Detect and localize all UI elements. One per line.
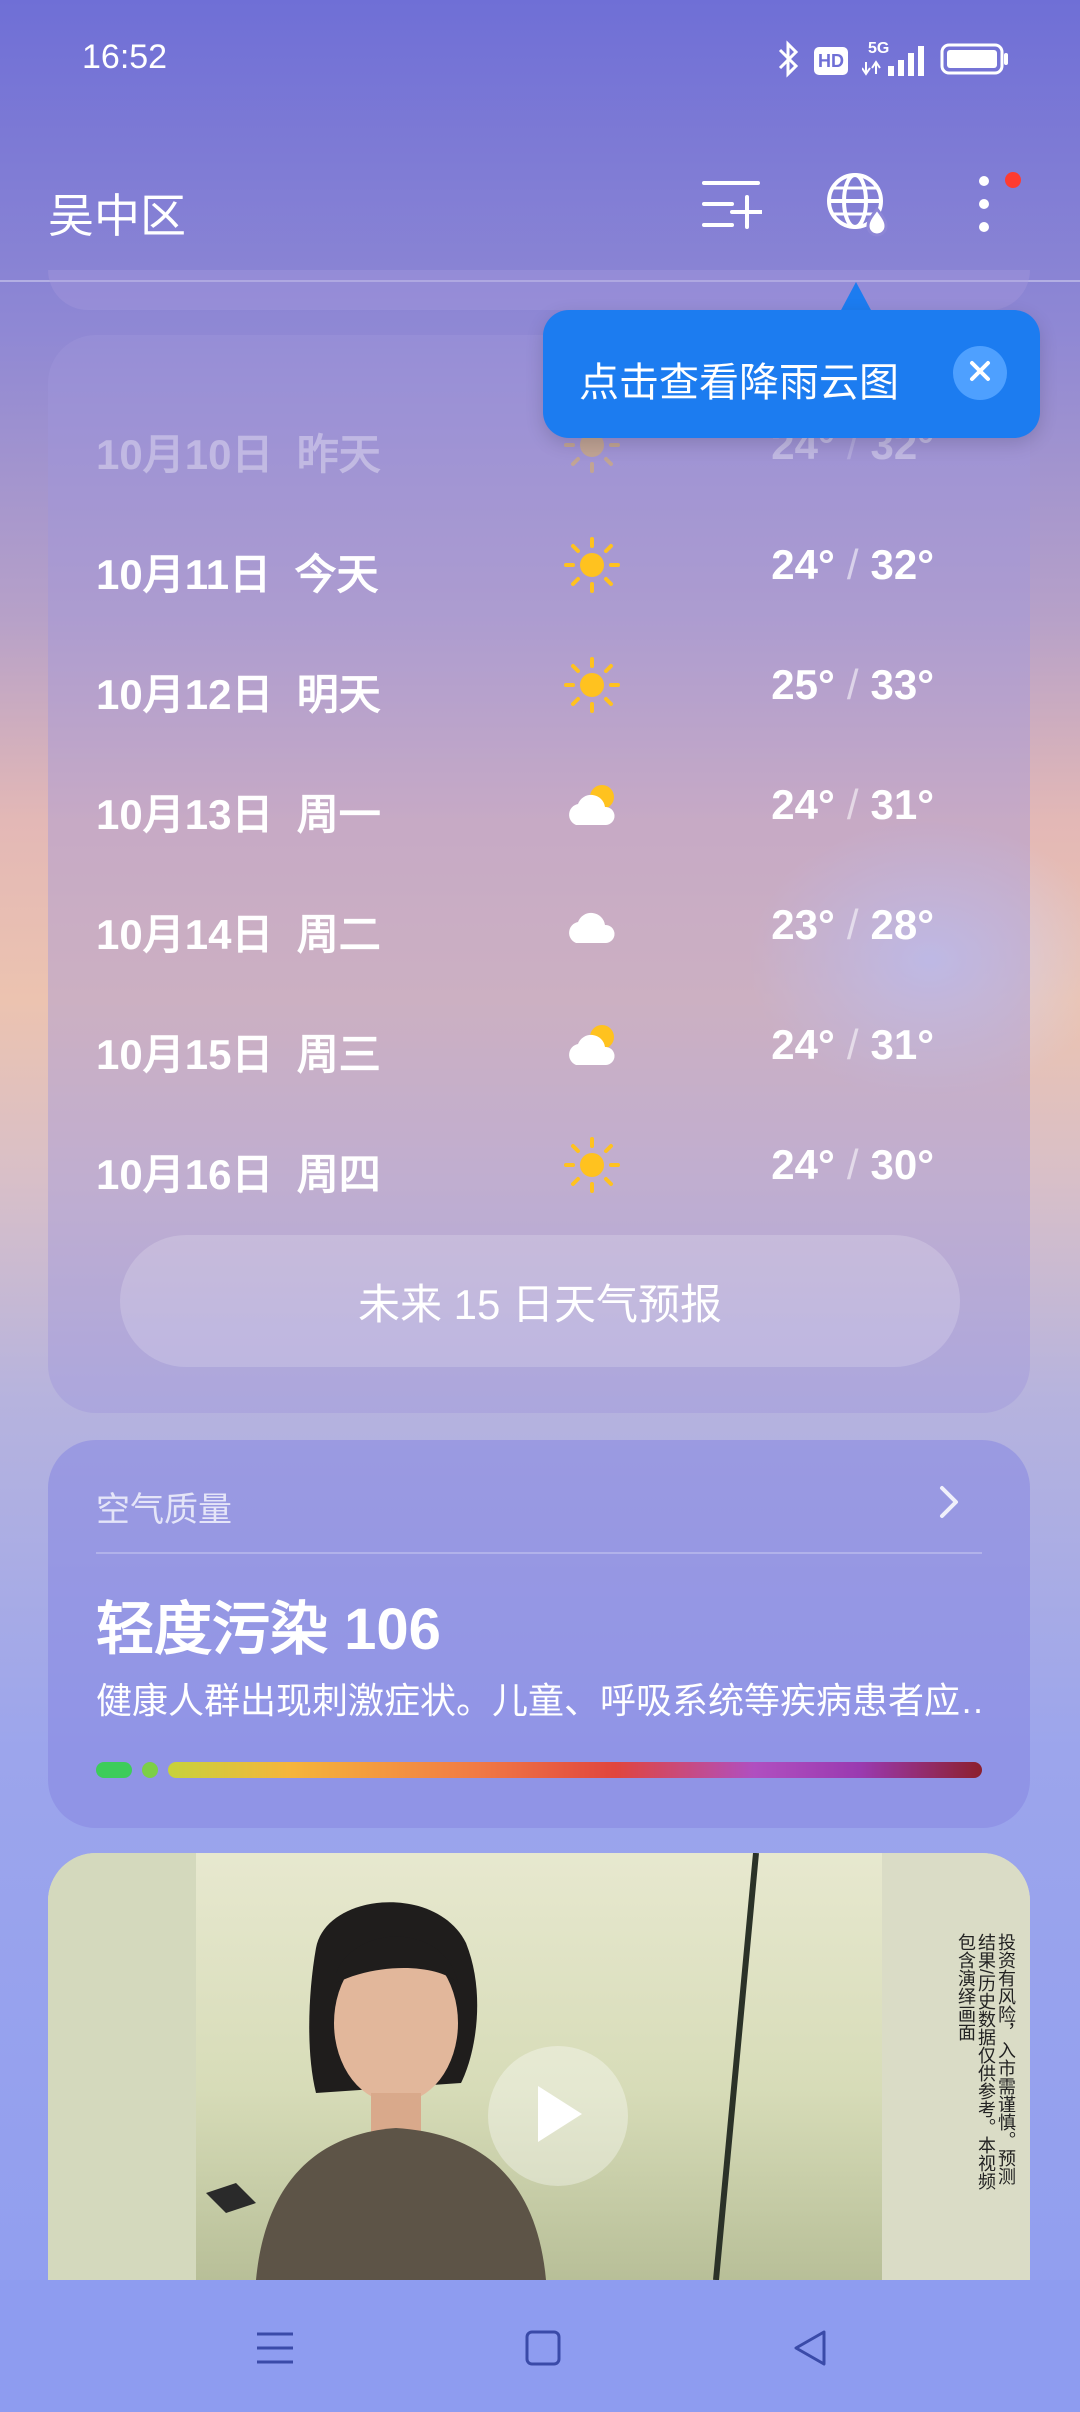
- status-icons: HD 5G: [776, 40, 1010, 82]
- forecast-date: 10月13日 周一: [96, 791, 381, 838]
- forecast-temps: 24°/31°: [771, 781, 934, 828]
- tooltip-arrow: [840, 282, 872, 312]
- air-quality-label: 空气质量: [96, 1491, 232, 1529]
- forecast-row[interactable]: 10月11日 今天 24°/32°: [48, 525, 982, 605]
- forecast-temps: 24°/32°: [771, 541, 934, 588]
- back-triangle-icon: [790, 2328, 830, 2372]
- rain-map-icon: [825, 171, 891, 241]
- forecast-temps: 23°/28°: [771, 901, 934, 948]
- partly-cloudy-icon: [562, 1015, 622, 1075]
- rain-map-button[interactable]: [822, 170, 894, 242]
- air-quality-divider: [96, 1552, 982, 1554]
- forecast-row[interactable]: 10月12日 明天 25°/33°: [48, 645, 982, 725]
- forecast-row[interactable]: 10月16日 周四 24°/30°: [48, 1125, 982, 1205]
- tooltip-text: 点击查看降雨云图: [579, 361, 899, 405]
- battery-icon: [940, 42, 1010, 80]
- manage-cities-button[interactable]: [695, 170, 767, 242]
- aqi-scale-bar: [96, 1760, 982, 1780]
- video-disclaimer: 投资有风险，入市需谨慎。预测结果/历史数据仅供参考。本视频包含演绎画面: [956, 1933, 1016, 2191]
- cloudy-icon: [562, 895, 622, 955]
- recents-menu-icon: [255, 2330, 295, 2370]
- rain-map-tooltip[interactable]: 点击查看降雨云图: [543, 310, 1040, 438]
- air-quality-description: 健康人群出现刺激症状。儿童、呼吸系统等疾病患者应…: [96, 1680, 986, 1721]
- close-icon: [968, 359, 992, 387]
- chevron-right-icon: [928, 1478, 968, 1526]
- forecast-date: 10月12日 明天: [96, 671, 381, 718]
- forecast-date: 10月14日 周二: [96, 911, 381, 958]
- air-quality-value: 轻度污染 106: [96, 1597, 441, 1662]
- notification-dot: [1005, 172, 1021, 188]
- forecast-row[interactable]: 10月14日 周二 23°/28°: [48, 885, 982, 965]
- forecast-temps: 24°/31°: [771, 1021, 934, 1068]
- air-quality-card[interactable]: 空气质量 轻度污染 106 健康人群出现刺激症状。儿童、呼吸系统等疾病患者应…: [48, 1440, 1030, 1828]
- sunny-icon: [562, 655, 622, 715]
- system-nav-bar: [0, 2280, 1080, 2412]
- forecast-date: 10月10日 昨天: [96, 431, 381, 478]
- forecast-date: 10月16日 周四: [96, 1151, 381, 1198]
- partly-cloudy-icon: [562, 775, 622, 835]
- aqi-scale-moderate: [142, 1762, 158, 1778]
- more-icon: [974, 173, 994, 239]
- recents-button[interactable]: [245, 2320, 305, 2380]
- 5g-signal-icon: 5G: [862, 40, 926, 80]
- status-time: 16:52: [82, 38, 168, 76]
- forecast-temps: 24°/30°: [771, 1141, 934, 1188]
- video-card[interactable]: 投资有风险，入市需谨慎。预测结果/历史数据仅供参考。本视频包含演绎画面: [48, 1853, 1030, 2280]
- sunny-icon: [562, 535, 622, 595]
- forecast-row[interactable]: 10月13日 周一 24°/31°: [48, 765, 982, 845]
- aqi-scale-polluted: [168, 1762, 982, 1778]
- video-blur-left: [48, 1853, 196, 2280]
- play-icon: [530, 2082, 586, 2150]
- bluetooth-icon: [776, 40, 800, 82]
- play-button[interactable]: [488, 2046, 628, 2186]
- forecast-date: 10月15日 周三: [96, 1031, 381, 1078]
- home-button[interactable]: [513, 2320, 573, 2380]
- home-square-icon: [524, 2329, 562, 2371]
- forecast-temps: 25°/33°: [771, 661, 934, 708]
- location-title[interactable]: 吴中区: [48, 180, 186, 246]
- 15-day-forecast-button[interactable]: 未来 15 日天气预报: [120, 1235, 960, 1367]
- sunny-icon: [562, 1135, 622, 1195]
- tooltip-close-button[interactable]: [953, 346, 1007, 400]
- back-button[interactable]: [780, 2320, 840, 2380]
- forecast-row[interactable]: 10月15日 周三 24°/31°: [48, 1005, 982, 1085]
- hd-icon: HD: [814, 47, 848, 75]
- previous-card-edge: [48, 270, 1030, 310]
- hd-label: HD: [818, 50, 844, 71]
- forecast-date: 10月11日 今天: [96, 551, 379, 598]
- aqi-scale-good: [96, 1762, 132, 1778]
- manage-cities-icon: [700, 177, 764, 235]
